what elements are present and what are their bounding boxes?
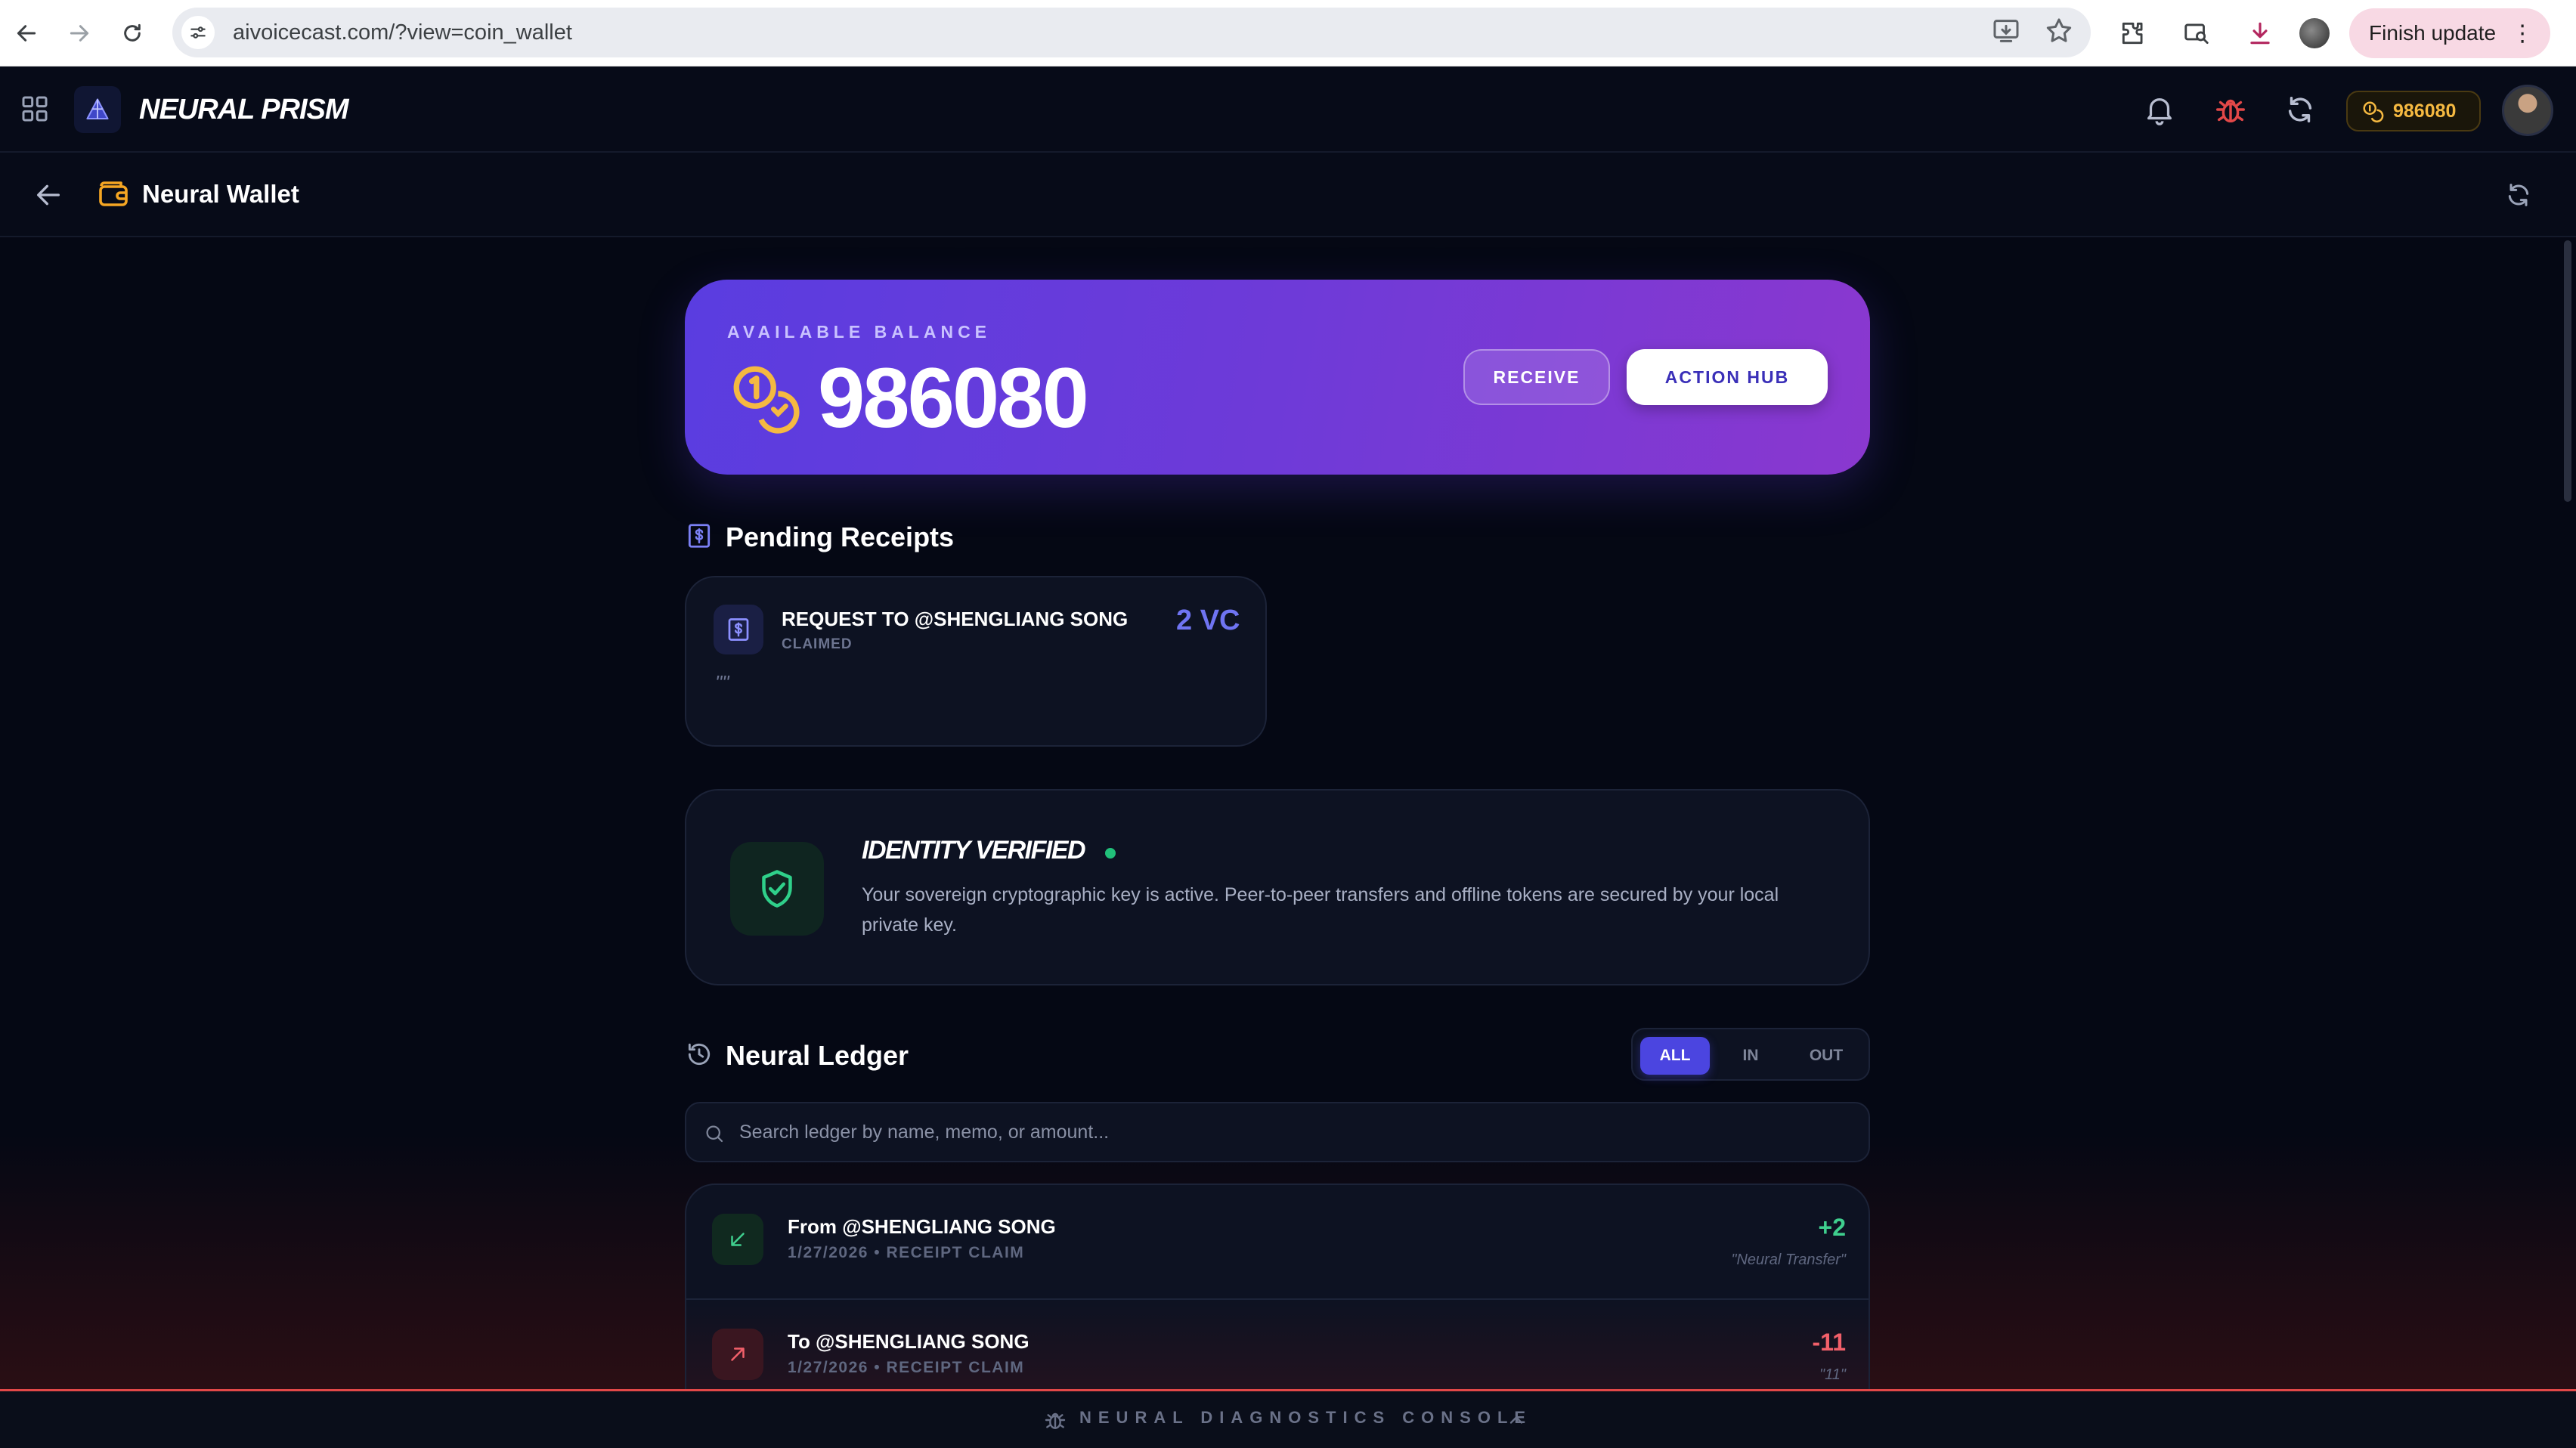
finish-update-button[interactable]: Finish update ⋮ — [2349, 8, 2551, 58]
ledger-row-memo: "11" — [1819, 1366, 1846, 1383]
browser-profile-avatar[interactable] — [2299, 18, 2330, 48]
shield-check-icon — [762, 870, 792, 908]
receipt-card[interactable]: REQUEST TO @SHENGLIANG SONG CLAIMED 2 VC… — [685, 576, 1267, 747]
page-header: Neural Wallet — [0, 153, 2576, 237]
user-avatar[interactable] — [2502, 85, 2553, 136]
receipt-status: CLAIMED — [782, 636, 853, 652]
wallet-icon — [99, 181, 128, 206]
app-logo[interactable] — [74, 86, 121, 133]
verified-status-dot — [1105, 848, 1116, 859]
shield-badge — [730, 842, 824, 936]
filter-tab-in[interactable]: IN — [1717, 1037, 1784, 1075]
media-search-button[interactable] — [2172, 9, 2221, 57]
ledger-list: From @SHENGLIANG SONG 1/27/2026 • RECEIP… — [685, 1183, 1870, 1389]
filter-tab-all[interactable]: ALL — [1640, 1037, 1710, 1075]
ledger-row-meta: 1/27/2026 • RECEIPT CLAIM — [788, 1244, 1025, 1261]
ledger-row-meta: 1/27/2026 • RECEIPT CLAIM — [788, 1359, 1025, 1376]
coins-icon — [733, 366, 800, 434]
coins-icon — [2363, 101, 2384, 122]
ledger-row-name: To @SHENGLIANG SONG — [788, 1330, 1029, 1353]
sync-icon[interactable] — [2283, 92, 2317, 127]
chevron-up-icon[interactable] — [1506, 1409, 1527, 1431]
browser-reload-button[interactable] — [106, 0, 159, 67]
bug-icon — [1045, 1412, 1066, 1429]
receipt-icon-badge — [714, 605, 763, 654]
arrow-left-icon — [17, 25, 36, 42]
balance-amount: 986080 — [818, 351, 1089, 445]
action-hub-button[interactable]: ACTION HUB — [1627, 349, 1828, 405]
ledger-row[interactable]: To @SHENGLIANG SONG 1/27/2026 • RECEIPT … — [686, 1298, 1869, 1389]
ledger-row-amount: -11 — [1812, 1329, 1846, 1356]
ledger-filter-tabs: ALL IN OUT — [1631, 1028, 1870, 1081]
ledger-row-amount: +2 — [1818, 1214, 1846, 1241]
arrow-up-right-icon — [731, 1347, 745, 1361]
page-title: Neural Wallet — [142, 180, 299, 208]
address-bar[interactable]: aivoicecast.com/?view=coin_wallet — [172, 8, 2091, 57]
finish-update-label: Finish update — [2369, 21, 2497, 45]
ledger-row-memo: "Neural Transfer" — [1731, 1252, 1846, 1268]
ledger-row[interactable]: From @SHENGLIANG SONG 1/27/2026 • RECEIP… — [686, 1185, 1869, 1298]
history-icon — [688, 1043, 711, 1066]
receipt-icon — [728, 618, 749, 641]
more-menu-icon: ⋮ — [2511, 20, 2534, 46]
download-icon — [2250, 22, 2270, 45]
screen-search-icon — [2184, 23, 2209, 45]
coin-balance-pill[interactable]: 986080 — [2346, 91, 2481, 131]
bug-icon[interactable] — [2213, 92, 2248, 127]
wallet-content[interactable]: AVAILABLE BALANCE 986080 RECEIVE ACTION … — [0, 237, 2576, 1389]
prism-logo-icon — [86, 98, 109, 120]
downloads-button[interactable] — [2236, 9, 2284, 57]
app-brand[interactable]: NEURAL PRISM — [139, 94, 349, 126]
apps-grid-icon[interactable] — [20, 94, 50, 124]
ledger-title: Neural Ledger — [726, 1040, 909, 1071]
ledger-search — [685, 1102, 1870, 1162]
refresh-icon[interactable] — [2503, 180, 2534, 210]
balance-card: AVAILABLE BALANCE 986080 RECEIVE ACTION … — [685, 280, 1870, 475]
bell-icon[interactable] — [2142, 92, 2177, 127]
receipt-icon — [688, 524, 711, 548]
reload-icon — [124, 23, 141, 42]
identity-title: IDENTITY VERIFIED — [862, 836, 1086, 865]
back-arrow-icon[interactable] — [33, 180, 63, 210]
app-header: NEURAL PRISM 986080 — [0, 67, 2576, 153]
puzzle-icon — [2122, 22, 2143, 45]
address-url[interactable]: aivoicecast.com/?view=coin_wallet — [233, 20, 572, 45]
diagnostics-console-bar[interactable]: NEURAL DIAGNOSTICS CONSOLE — [0, 1389, 2576, 1448]
arrow-right-icon — [70, 25, 89, 42]
receipt-amount: 2 VC — [1176, 605, 1240, 636]
receipt-title: REQUEST TO @SHENGLIANG SONG — [782, 608, 1129, 630]
ledger-search-input[interactable] — [739, 1103, 1850, 1161]
filter-tab-out[interactable]: OUT — [1790, 1037, 1862, 1075]
balance-label: AVAILABLE BALANCE — [727, 322, 992, 342]
identity-description: Your sovereign cryptographic key is acti… — [862, 884, 1779, 936]
arrow-down-left-icon — [731, 1233, 745, 1246]
browser-back-button[interactable] — [0, 0, 53, 67]
tune-icon — [190, 26, 206, 39]
receipt-memo: "" — [715, 671, 729, 694]
pending-receipts-title: Pending Receipts — [726, 521, 955, 552]
install-app-icon[interactable] — [1991, 16, 2021, 46]
receive-button[interactable]: RECEIVE — [1463, 349, 1610, 405]
extensions-button[interactable] — [2109, 9, 2157, 57]
diagnostics-console-label: NEURAL DIAGNOSTICS CONSOLE — [1079, 1408, 1533, 1427]
incoming-badge — [712, 1214, 763, 1265]
ledger-row-name: From @SHENGLIANG SONG — [788, 1215, 1056, 1238]
page-scrollbar[interactable] — [2564, 240, 2571, 502]
search-icon — [706, 1125, 723, 1143]
browser-toolbar: aivoicecast.com/?view=coin_wallet Finish… — [0, 0, 2576, 67]
site-info-button[interactable] — [181, 16, 215, 49]
outgoing-badge — [712, 1329, 763, 1380]
bookmark-star-icon[interactable] — [2044, 16, 2074, 46]
browser-forward-button[interactable] — [53, 0, 106, 67]
coin-balance-value: 986080 — [2393, 100, 2457, 122]
identity-card: IDENTITY VERIFIED Your sovereign cryptog… — [685, 789, 1870, 985]
